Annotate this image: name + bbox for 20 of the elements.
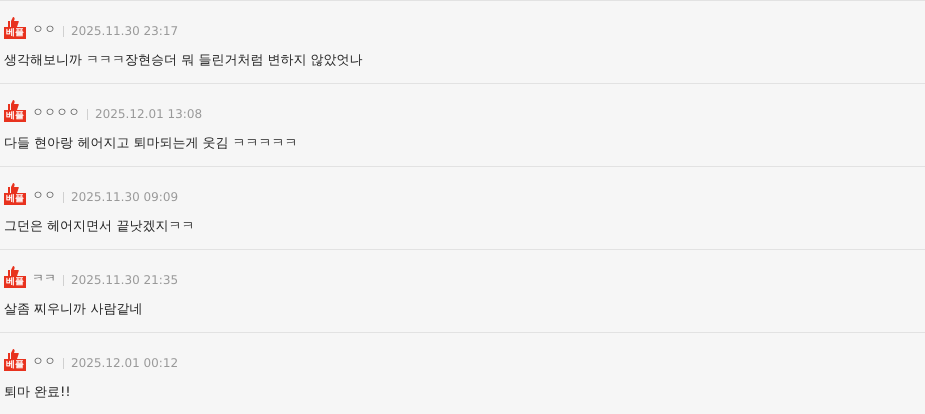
comment-date: 2025.11.30 21:35 xyxy=(71,273,178,287)
thumbs-up-icon xyxy=(7,266,19,276)
comment-author: ㅇㅇ xyxy=(32,353,56,370)
thumbs-up-icon xyxy=(7,17,19,27)
comment-text: 다들 현아랑 헤어지고 퇴마되는게 웃김 ㅋㅋㅋㅋㅋ xyxy=(4,135,299,152)
comment-text: 생각해보니까 ㅋㅋㅋ장현승더 뭐 들린거처럼 변하지 않았엇나 xyxy=(4,52,364,69)
thumbs-up-icon xyxy=(7,183,19,193)
comment-date: 2025.12.01 00:12 xyxy=(71,356,178,370)
comment-author: ㅇㅇ xyxy=(32,21,56,38)
comment-date: 2025.11.30 09:09 xyxy=(71,190,178,204)
comment-date: 2025.11.30 23:17 xyxy=(71,24,178,38)
comment-author: ㅇㅇ xyxy=(32,187,56,204)
comment-author: ㅋㅋ xyxy=(32,270,56,287)
comment-author: ㅇㅇㅇㅇ xyxy=(32,104,80,121)
comment-text: 퇴마 완료!! xyxy=(4,384,72,401)
comment-text: 그던은 헤어지면서 끝낫겠지ㅋㅋ xyxy=(4,218,196,235)
comment-text: 살좀 찌우니까 사람같네 xyxy=(4,301,144,318)
thumbs-up-icon xyxy=(7,349,19,359)
thumbs-up-icon xyxy=(7,100,19,110)
comment-date: 2025.12.01 13:08 xyxy=(95,107,202,121)
